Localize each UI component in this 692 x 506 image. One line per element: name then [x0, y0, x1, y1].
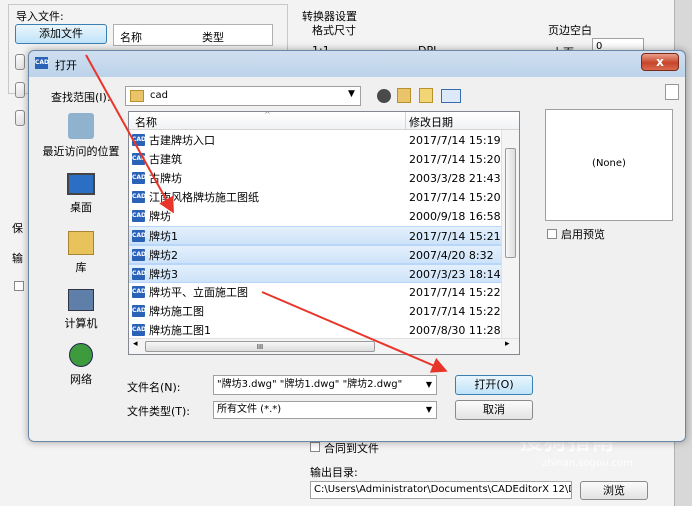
annotation-arrows	[85, 54, 448, 373]
arrow-to-files	[85, 54, 174, 214]
arrow-to-open-button	[261, 291, 448, 373]
